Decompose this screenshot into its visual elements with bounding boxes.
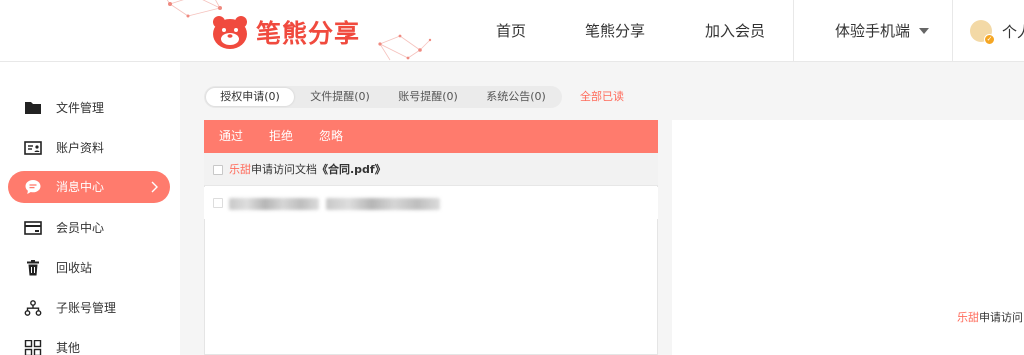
document-name[interactable]: 《合同.pdf》 (317, 163, 386, 176)
sidebar-item-other[interactable]: 其他 (8, 332, 170, 355)
org-tree-icon (24, 300, 42, 316)
sidebar-item-label: 会员中心 (56, 221, 105, 235)
nav-divider (952, 0, 953, 61)
sidebar-item-label: 其他 (56, 341, 81, 355)
vip-badge-icon: ✓ (984, 34, 995, 45)
sidebar-item-label: 回收站 (56, 261, 93, 275)
redacted-text (326, 198, 440, 210)
trash-icon (27, 260, 39, 276)
sidebar-item-subaccounts[interactable]: 子账号管理 (8, 292, 170, 324)
sidebar-item-files[interactable]: 文件管理 (8, 92, 170, 124)
redacted-text (229, 198, 319, 210)
sidebar-item-messages[interactable]: 消息中心 (8, 171, 170, 203)
top-header: 笔熊分享 首页 笔熊分享 加入会员 体验手机端 ✓ 个人 (0, 0, 1024, 62)
message-icon (25, 180, 41, 194)
sidebar-item-label: 文件管理 (56, 101, 105, 115)
mark-all-read-link[interactable]: 全部已读 (580, 90, 624, 104)
ignore-button[interactable]: 忽略 (319, 120, 343, 153)
sidebar: 文件管理 账户资料 消息中心 会员中心 回收站 子账号管理 其他 (0, 62, 180, 355)
row-checkbox[interactable] (213, 165, 223, 175)
brand-logo[interactable]: 笔熊分享 (210, 12, 360, 52)
folder-icon (25, 102, 41, 114)
sidebar-item-account[interactable]: 账户资料 (8, 132, 170, 164)
tab-system-notices[interactable]: 系统公告(0) (476, 88, 556, 106)
request-action: 申请访问文档 (251, 163, 317, 176)
grid-icon (24, 340, 42, 355)
requester-name[interactable]: 乐甜 (229, 163, 251, 176)
tab-account-reminders[interactable]: 账号提醒(0) (388, 88, 468, 106)
user-label: 个人 (1002, 22, 1024, 41)
caret-down-icon (919, 28, 929, 34)
approve-button[interactable]: 通过 (219, 120, 243, 153)
nav-member[interactable]: 加入会员 (690, 0, 780, 61)
nav-home[interactable]: 首页 (470, 0, 552, 61)
nav-share[interactable]: 笔熊分享 (570, 0, 660, 61)
bear-logo-icon (213, 16, 247, 49)
tab-file-reminders[interactable]: 文件提醒(0) (300, 88, 380, 106)
nav-divider (793, 0, 794, 61)
detail-text: 乐甜申请访问 (957, 311, 1023, 325)
tab-authorization[interactable]: 授权申请(0) (206, 88, 294, 106)
sidebar-item-membership[interactable]: 会员中心 (8, 212, 170, 244)
id-card-icon (24, 141, 42, 155)
user-menu[interactable]: ✓ 个人 (970, 0, 1024, 61)
message-tabs: 授权申请(0) 文件提醒(0) 账号提醒(0) 系统公告(0) (204, 86, 562, 108)
nav-mobile-label: 体验手机端 (834, 22, 910, 40)
vip-card-icon (24, 221, 42, 235)
detail-action: 申请访问 (979, 311, 1023, 324)
reject-button[interactable]: 拒绝 (269, 120, 293, 153)
brand-name: 笔熊分享 (256, 19, 361, 48)
sidebar-item-label: 消息中心 (56, 180, 105, 194)
row-checkbox[interactable] (213, 198, 223, 208)
sidebar-item-label: 子账号管理 (56, 301, 117, 315)
nav-mobile-dropdown[interactable]: 体验手机端 (812, 0, 952, 61)
chevron-right-icon (151, 181, 158, 193)
action-bar: 通过 拒绝 忽略 (204, 120, 658, 153)
sidebar-item-label: 账户资料 (56, 141, 105, 155)
avatar: ✓ (970, 20, 995, 45)
detail-requester[interactable]: 乐甜 (957, 311, 979, 324)
sidebar-item-trash[interactable]: 回收站 (8, 252, 170, 284)
message-text: 乐甜申请访问文档《合同.pdf》 (229, 153, 386, 186)
